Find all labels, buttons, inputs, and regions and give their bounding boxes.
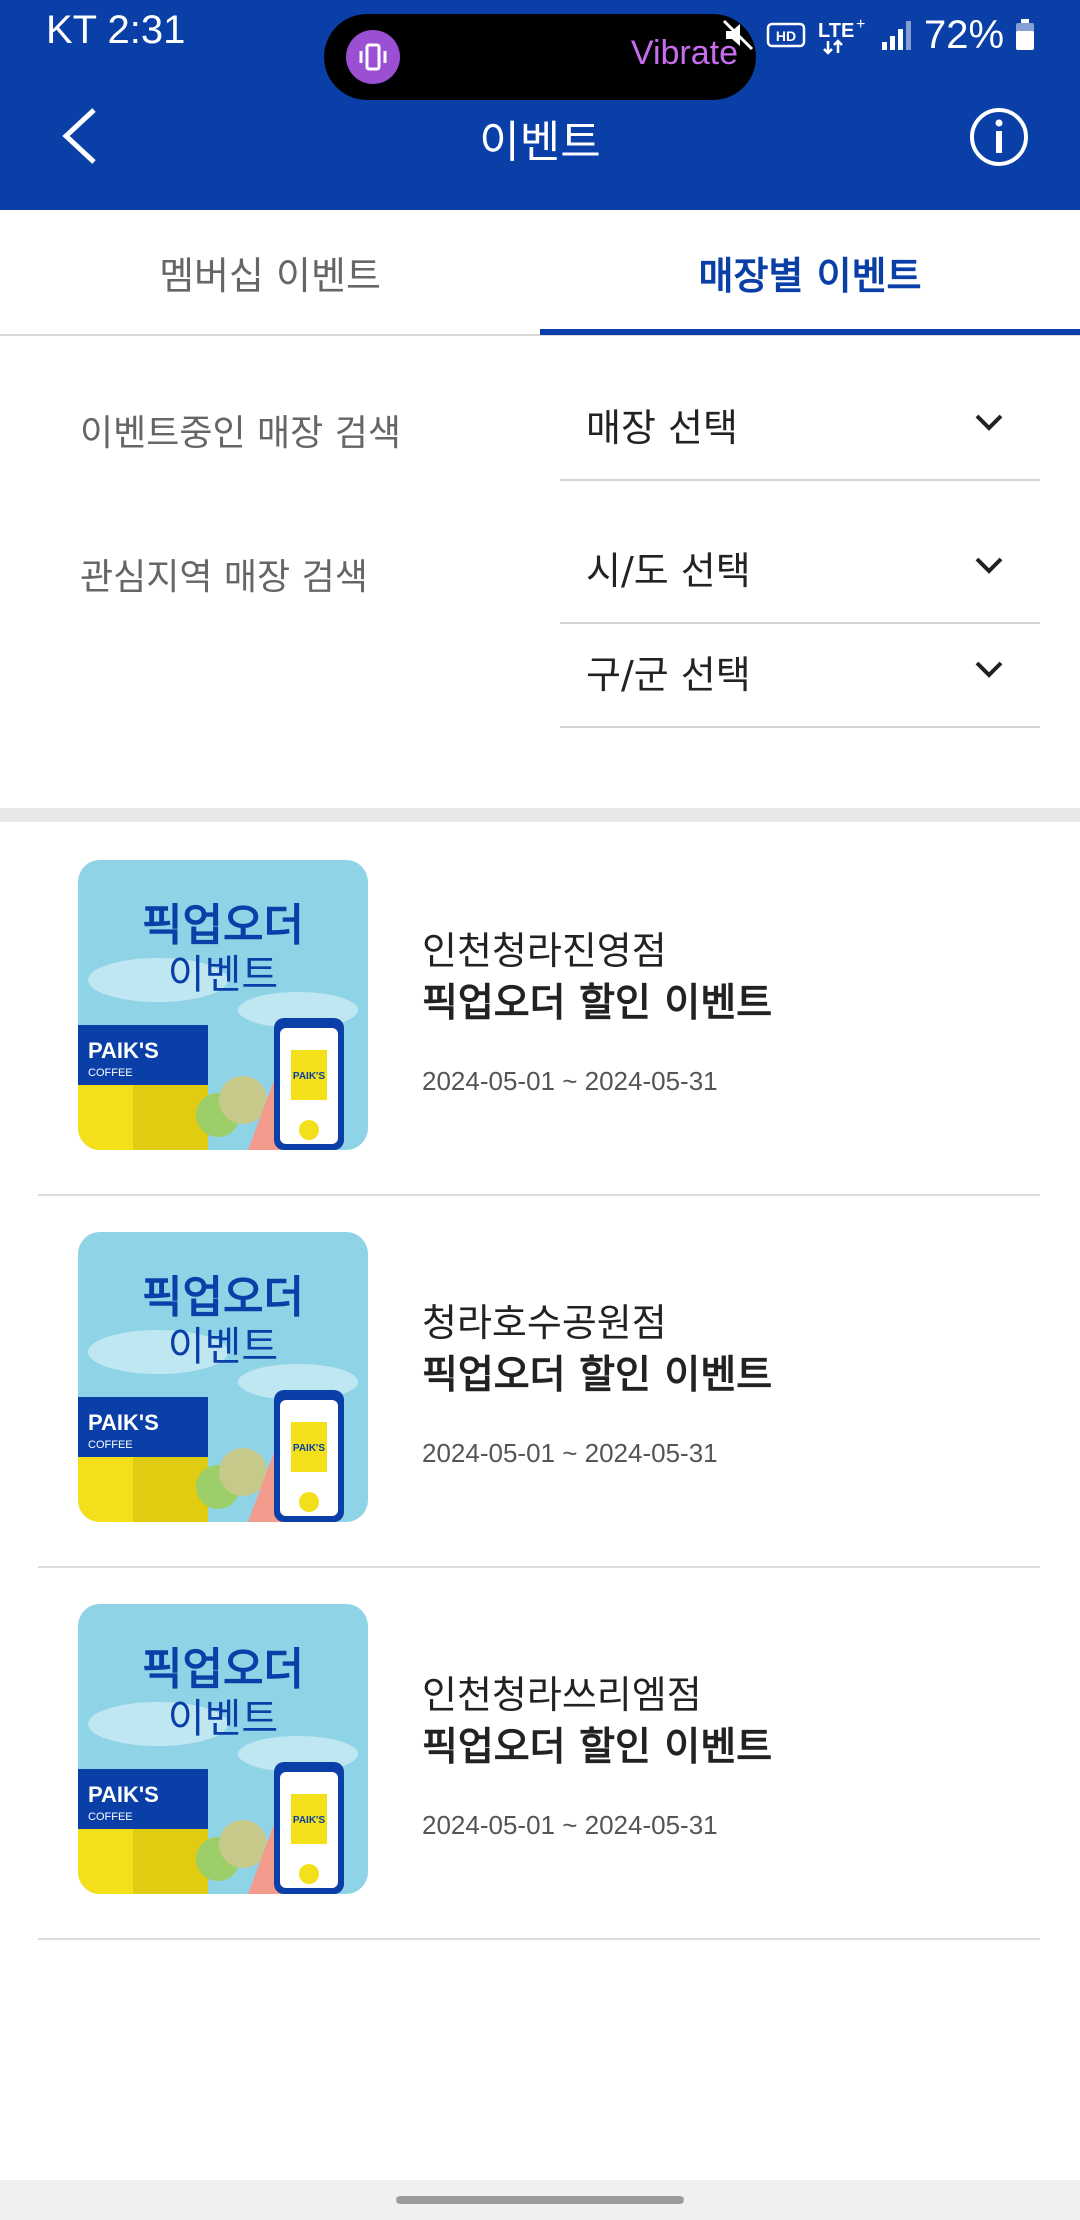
event-title: 픽업오더 할인 이벤트 bbox=[422, 1353, 773, 1398]
signal-icon bbox=[882, 21, 911, 50]
list-item[interactable]: 픽업오더 이벤트 PAIK'S COFFEE PAIK'S 인천청라쓰리엠점 픽… bbox=[38, 1566, 1040, 1940]
tab-store-event[interactable]: 매장별 이벤트 bbox=[540, 210, 1080, 334]
thumb-headline: 픽업오더 bbox=[142, 1272, 304, 1323]
vibrate-notification: Vibrate bbox=[324, 14, 756, 100]
store-select-value: 매장 선택 bbox=[586, 406, 738, 450]
district-select-value: 구/군 선택 bbox=[586, 653, 751, 697]
info-button[interactable] bbox=[968, 106, 1030, 168]
event-store-search-label: 이벤트중인 매장 검색 bbox=[80, 413, 401, 454]
event-date: 2024-05-01 ~ 2024-05-31 bbox=[422, 1066, 718, 1096]
event-thumbnail: 픽업오더 이벤트 PAIK'S COFFEE PAIK'S bbox=[78, 1604, 368, 1894]
thumb-subheadline: 이벤트 bbox=[168, 1324, 278, 1370]
tab-membership-event[interactable]: 멤버십 이벤트 bbox=[0, 210, 540, 334]
store-select-dropdown[interactable]: 매장 선택 bbox=[560, 375, 1040, 481]
lte-icon: LTE + bbox=[818, 16, 865, 55]
chevron-down-icon bbox=[975, 557, 1003, 574]
event-date: 2024-05-01 ~ 2024-05-31 bbox=[422, 1438, 718, 1468]
thumb-cup-brand: PAIK'S bbox=[293, 1443, 326, 1454]
chevron-down-icon bbox=[975, 661, 1003, 678]
mute-icon bbox=[722, 19, 754, 51]
thumb-cup-brand: PAIK'S bbox=[293, 1071, 326, 1082]
thumb-subheadline: 이벤트 bbox=[168, 952, 278, 998]
hd-icon: HD bbox=[766, 22, 806, 48]
event-date: 2024-05-01 ~ 2024-05-31 bbox=[422, 1810, 718, 1840]
battery-icon bbox=[1016, 19, 1035, 50]
event-tabs: 멤버십 이벤트 매장별 이벤트 bbox=[0, 210, 1080, 336]
section-divider bbox=[0, 808, 1080, 822]
thumb-brand-sub: COFFEE bbox=[88, 1067, 133, 1079]
chevron-down-icon bbox=[975, 414, 1003, 431]
thumb-brand: PAIK'S bbox=[88, 1410, 159, 1435]
thumb-brand-sub: COFFEE bbox=[88, 1811, 133, 1823]
event-title: 픽업오더 할인 이벤트 bbox=[422, 1725, 773, 1770]
page-title: 이벤트 bbox=[479, 117, 601, 168]
list-item[interactable]: 픽업오더 이벤트 PAIK'S COFFEE PAIK'S 청라호수공원점 픽업… bbox=[38, 1194, 1040, 1568]
city-select-dropdown[interactable]: 시/도 선택 bbox=[560, 518, 1040, 624]
system-nav-bar bbox=[0, 2180, 1080, 2220]
status-icons: HD LTE + 72% bbox=[720, 10, 1036, 60]
home-gesture-handle[interactable] bbox=[396, 2196, 684, 2204]
thumb-brand-sub: COFFEE bbox=[88, 1439, 133, 1451]
thumb-headline: 픽업오더 bbox=[142, 1644, 304, 1695]
city-select-value: 시/도 선택 bbox=[586, 549, 751, 593]
thumb-brand: PAIK'S bbox=[88, 1782, 159, 1807]
thumb-headline: 픽업오더 bbox=[142, 900, 304, 951]
battery-percent: 72% bbox=[924, 12, 1005, 57]
thumb-brand: PAIK'S bbox=[88, 1038, 159, 1063]
active-tab-indicator bbox=[540, 329, 1080, 335]
event-store-name: 청라호수공원점 bbox=[422, 1301, 667, 1345]
event-thumbnail: 픽업오더 이벤트 PAIK'S COFFEE PAIK'S bbox=[78, 860, 368, 1150]
svg-text:HD: HD bbox=[776, 28, 796, 44]
event-thumbnail: 픽업오더 이벤트 PAIK'S COFFEE PAIK'S bbox=[78, 1232, 368, 1522]
app-header: KT 2:31 Vibrate HD LTE + 72% 이벤트 bbox=[0, 0, 1080, 210]
region-search-label: 관심지역 매장 검색 bbox=[80, 557, 368, 598]
info-icon bbox=[970, 108, 1028, 166]
event-title: 픽업오더 할인 이벤트 bbox=[422, 981, 773, 1026]
thumb-cup-brand: PAIK'S bbox=[293, 1815, 326, 1826]
status-time: KT 2:31 bbox=[46, 8, 186, 52]
vibrate-icon bbox=[346, 30, 400, 84]
svg-text:LTE: LTE bbox=[818, 20, 854, 42]
list-item[interactable]: 픽업오더 이벤트 PAIK'S COFFEE PAIK'S 인천청라진영점 픽업… bbox=[38, 822, 1040, 1196]
district-select-dropdown[interactable]: 구/군 선택 bbox=[560, 622, 1040, 728]
thumb-subheadline: 이벤트 bbox=[168, 1696, 278, 1742]
event-store-name: 인천청라쓰리엠점 bbox=[422, 1673, 702, 1717]
event-store-name: 인천청라진영점 bbox=[422, 929, 667, 973]
svg-text:+: + bbox=[856, 16, 865, 33]
